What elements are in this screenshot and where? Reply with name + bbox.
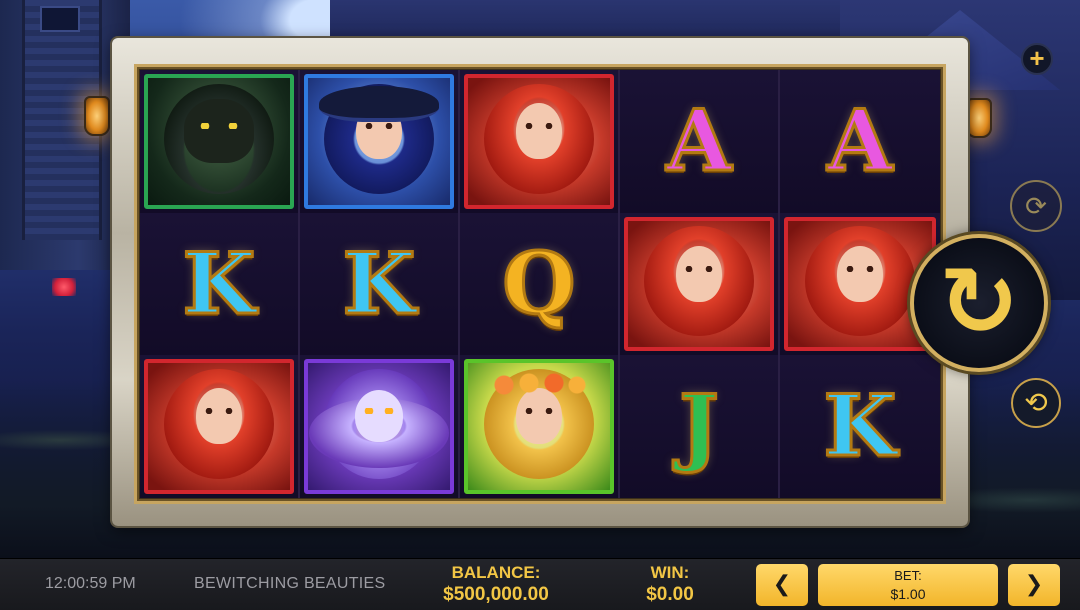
haunted-house-left: [0, 0, 130, 270]
cat-symbol: [144, 74, 294, 209]
reel-cell: A: [620, 70, 780, 213]
redhead-symbol: [624, 216, 774, 352]
bet-increase-button[interactable]: ❯: [1008, 564, 1060, 606]
reel-cell: [140, 70, 300, 213]
reel-cell: [460, 70, 620, 213]
reel-frame: AAKKQJK: [112, 38, 968, 526]
bet-decrease-button[interactable]: ❮: [756, 564, 808, 606]
reel-cell: K: [780, 355, 940, 498]
balance-label: BALANCE:: [451, 563, 541, 582]
spin-button[interactable]: ↻: [910, 234, 1048, 372]
reel-cell: [620, 212, 780, 356]
tower-window: [40, 6, 80, 32]
letter-k-symbol: K: [341, 233, 417, 333]
autoplay-button[interactable]: ⟳: [1010, 180, 1062, 232]
chevron-right-icon: ❯: [1024, 572, 1044, 597]
reel-cell: K: [300, 212, 460, 356]
win-label: WIN:: [650, 563, 690, 582]
win-display: WIN: $0.00: [632, 563, 708, 607]
win-value: $0.00: [646, 584, 694, 605]
bet-label: BET:: [894, 568, 922, 583]
redhead-symbol: [464, 74, 614, 209]
glowing-window: [52, 278, 76, 296]
lantern-right-icon: [966, 98, 992, 138]
bet-display[interactable]: BET: $1.00: [818, 564, 998, 606]
status-bar: 12:00:59 PM BEWITCHING BEAUTIES BALANCE:…: [0, 558, 1080, 610]
reel-window: AAKKQJK: [134, 64, 946, 504]
reel-grid: AAKKQJK: [140, 70, 940, 498]
fairy-symbol: [464, 359, 614, 494]
refresh-icon: ⟲: [1024, 386, 1048, 419]
plus-icon[interactable]: +: [1021, 43, 1053, 75]
reel-cell: [140, 355, 300, 498]
reel-cell: [300, 355, 460, 498]
letter-a-symbol: A: [826, 91, 894, 191]
game-title: BEWITCHING BEAUTIES: [194, 575, 386, 592]
reel-cell: A: [780, 70, 940, 213]
reel-cell: J: [620, 355, 780, 498]
haunted-house-roof: [330, 0, 850, 42]
letter-k-symbol: K: [181, 233, 257, 333]
clock: 12:00:59 PM: [45, 575, 136, 592]
letter-k-symbol: K: [822, 376, 898, 476]
owl-symbol: [304, 359, 454, 494]
bet-value: $1.00: [890, 586, 926, 602]
reel-cell: [460, 355, 620, 498]
balance-display: BALANCE: $500,000.00: [430, 563, 562, 607]
witch-symbol: [304, 74, 454, 209]
lantern-left-icon: [84, 96, 110, 136]
redhead-symbol: [144, 359, 294, 494]
autoplay-icon: ⟳: [1025, 191, 1047, 221]
letter-j-symbol: J: [678, 376, 721, 476]
reel-cell: Q: [460, 212, 620, 356]
spin-arrow-icon: ↻: [938, 246, 1020, 358]
reel-cell: K: [140, 212, 300, 356]
balance-value: $500,000.00: [443, 584, 549, 605]
refresh-button[interactable]: ⟲: [1011, 378, 1061, 428]
chevron-left-icon: ❮: [772, 572, 792, 597]
reel-cell: [300, 70, 460, 213]
letter-q-symbol: Q: [501, 233, 577, 333]
letter-a-symbol: A: [665, 91, 733, 191]
